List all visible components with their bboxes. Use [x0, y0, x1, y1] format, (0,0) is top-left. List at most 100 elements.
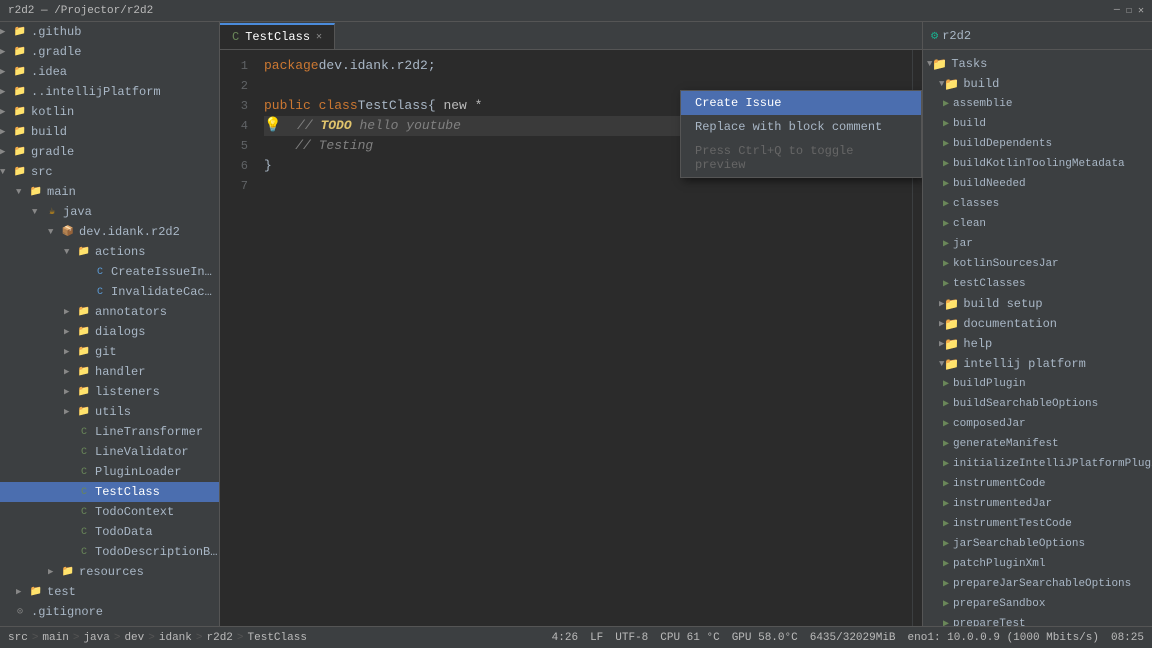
gradle-task-patchPluginXml[interactable]: ▶patchPluginXml: [923, 554, 1152, 574]
gradle-task-prepareJarSearchableOptions[interactable]: ▶prepareJarSearchableOptions: [923, 574, 1152, 594]
close-icon[interactable]: ✕: [1138, 5, 1144, 17]
gradle-subsection-documentation[interactable]: ▶📁documentation: [923, 314, 1152, 334]
tree-arrow-listeners[interactable]: ▶: [64, 387, 76, 397]
sidebar-item-resources[interactable]: ▶📁resources: [0, 562, 219, 582]
popup-item-1[interactable]: Replace with block comment: [681, 115, 921, 139]
gradle-task-instrumentedJar[interactable]: ▶instrumentedJar: [923, 494, 1152, 514]
sidebar-item-dialogs[interactable]: ▶📁dialogs: [0, 322, 219, 342]
tree-arrow-src[interactable]: ▼: [0, 167, 12, 177]
tree-arrow-github[interactable]: ▶: [0, 27, 12, 37]
context-popup-menu[interactable]: Create IssueReplace with block commentPr…: [680, 90, 922, 178]
tree-label-TodoDescriptionBuilder: TodoDescriptionBuilder: [95, 545, 219, 559]
gradle-subsection-build-setup[interactable]: ▶📁build setup: [923, 294, 1152, 314]
gradle-task-initializeIntelliJPlatformPlugin[interactable]: ▶initializeIntelliJPlatformPlugin: [923, 454, 1152, 474]
tree-arrow-intellijplatform[interactable]: ▶: [0, 87, 12, 97]
sidebar-item-LineValidator[interactable]: CLineValidator: [0, 442, 219, 462]
gradle-task-composedJar[interactable]: ▶composedJar: [923, 414, 1152, 434]
tab-class-icon: C: [232, 30, 239, 44]
gradle-task-testClasses[interactable]: ▶testClasses: [923, 274, 1152, 294]
code-line-1[interactable]: package dev.idank.r2d2;: [264, 56, 912, 76]
sidebar-item-gradle-folder[interactable]: ▶📁gradle: [0, 142, 219, 162]
gradle-subsection-intellij-platform[interactable]: ▼📁intellij platform▶buildPlugin▶buildSea…: [923, 354, 1152, 626]
tree-arrow-git[interactable]: ▶: [64, 347, 76, 357]
sidebar-item-actions[interactable]: ▼📁actions: [0, 242, 219, 262]
sidebar-item-main[interactable]: ▼📁main: [0, 182, 219, 202]
minimize-icon[interactable]: —: [1114, 5, 1120, 17]
sidebar-item-intellijplatform[interactable]: ▶📁..intellijPlatform: [0, 82, 219, 102]
tree-arrow-actions[interactable]: ▼: [64, 247, 76, 257]
tree-arrow-build-dir[interactable]: ▶: [0, 127, 12, 137]
gradle-task-instrumentTestCode[interactable]: ▶instrumentTestCode: [923, 514, 1152, 534]
gradle-subsection-build[interactable]: ▼📁build▶assemblie▶build▶buildDependents▶…: [923, 74, 1152, 294]
code-line-7[interactable]: [264, 176, 912, 196]
tree-arrow-kotlin[interactable]: ▶: [0, 107, 12, 117]
sidebar-item-dev-idank-r2d2[interactable]: ▼📦dev.idank.r2d2: [0, 222, 219, 242]
sidebar-item-handler[interactable]: ▶📁handler: [0, 362, 219, 382]
gradle-subsection-help[interactable]: ▶📁help: [923, 334, 1152, 354]
tree-arrow-dialogs[interactable]: ▶: [64, 327, 76, 337]
gradle-task-jarSearchableOptions[interactable]: ▶jarSearchableOptions: [923, 534, 1152, 554]
sidebar-item-build-dir[interactable]: ▶📁build: [0, 122, 219, 142]
sidebar-item-git[interactable]: ▶📁git: [0, 342, 219, 362]
tree-arrow-utils[interactable]: ▶: [64, 407, 76, 417]
project-sidebar[interactable]: ▶📁.github▶📁.gradle▶📁.idea▶📁..intellijPla…: [0, 22, 220, 626]
gradle-task-buildDependents[interactable]: ▶buildDependents: [923, 134, 1152, 154]
popup-item-0[interactable]: Create Issue: [681, 91, 921, 115]
tree-arrow-java[interactable]: ▼: [32, 207, 44, 217]
gradle-task-prepareSandbox[interactable]: ▶prepareSandbox: [923, 594, 1152, 614]
sidebar-item-gradle[interactable]: ▶📁.gradle: [0, 42, 219, 62]
sidebar-item-TodoContext[interactable]: CTodoContext: [0, 502, 219, 522]
sidebar-item-PluginLoader[interactable]: CPluginLoader: [0, 462, 219, 482]
gradle-subsection-header-intellij-platform[interactable]: ▼📁intellij platform: [923, 354, 1152, 374]
editor-tab-testclass[interactable]: C TestClass ✕: [220, 23, 335, 49]
gradle-task-kotlinSourcesJar[interactable]: ▶kotlinSourcesJar: [923, 254, 1152, 274]
gradle-task-buildNeeded[interactable]: ▶buildNeeded: [923, 174, 1152, 194]
sidebar-item-github[interactable]: ▶📁.github: [0, 22, 219, 42]
gradle-subsection-header-documentation[interactable]: ▶📁documentation: [923, 314, 1152, 334]
tree-arrow-resources[interactable]: ▶: [48, 567, 60, 577]
sidebar-item-utils[interactable]: ▶📁utils: [0, 402, 219, 422]
tree-arrow-dev-idank-r2d2[interactable]: ▼: [48, 227, 60, 237]
sidebar-item-idea[interactable]: ▶📁.idea: [0, 62, 219, 82]
gradle-section-Tasks[interactable]: ▼📁Tasks▼📁build▶assemblie▶build▶buildDepe…: [923, 54, 1152, 626]
sidebar-item-java[interactable]: ▼☕java: [0, 202, 219, 222]
gradle-subsection-header-help[interactable]: ▶📁help: [923, 334, 1152, 354]
sidebar-item-CreateIssueIntentionAction[interactable]: CCreateIssueIntentionAction: [0, 262, 219, 282]
gradle-section-header-tasks[interactable]: ▼📁Tasks: [923, 54, 1152, 74]
sidebar-item-LineTransformer[interactable]: CLineTransformer: [0, 422, 219, 442]
gradle-task-jar[interactable]: ▶jar: [923, 234, 1152, 254]
gradle-subsection-header-build-setup[interactable]: ▶📁build setup: [923, 294, 1152, 314]
gradle-task-buildKotlinToolingMetadata[interactable]: ▶buildKotlinToolingMetadata: [923, 154, 1152, 174]
gradle-task-instrumentCode[interactable]: ▶instrumentCode: [923, 474, 1152, 494]
sidebar-item-TodoDescriptionBuilder[interactable]: CTodoDescriptionBuilder: [0, 542, 219, 562]
tree-arrow-gradle-folder[interactable]: ▶: [0, 147, 12, 157]
gradle-task-generateManifest[interactable]: ▶generateManifest: [923, 434, 1152, 454]
sidebar-item-test[interactable]: ▶📁test: [0, 582, 219, 602]
tree-arrow-main[interactable]: ▼: [16, 187, 28, 197]
tab-close-icon[interactable]: ✕: [316, 31, 322, 43]
tree-arrow-handler[interactable]: ▶: [64, 367, 76, 377]
sidebar-item-annotators[interactable]: ▶📁annotators: [0, 302, 219, 322]
gradle-task-build[interactable]: ▶build: [923, 114, 1152, 134]
tree-arrow-idea[interactable]: ▶: [0, 67, 12, 77]
gradle-task-buildSearchableOptions[interactable]: ▶buildSearchableOptions: [923, 394, 1152, 414]
tree-arrow-gradle[interactable]: ▶: [0, 47, 12, 57]
tree-icon-github: 📁: [12, 24, 28, 40]
sidebar-item-kotlin[interactable]: ▶📁kotlin: [0, 102, 219, 122]
sidebar-item-TodoData[interactable]: CTodoData: [0, 522, 219, 542]
sidebar-item-InvalidateCachesAction[interactable]: CInvalidateCachesAction: [0, 282, 219, 302]
sidebar-item-src[interactable]: ▼📁src: [0, 162, 219, 182]
tree-arrow-test[interactable]: ▶: [16, 587, 28, 597]
sidebar-item-listeners[interactable]: ▶📁listeners: [0, 382, 219, 402]
gradle-task-classes[interactable]: ▶classes: [923, 194, 1152, 214]
gradle-panel-content[interactable]: ▼📁Tasks▼📁build▶assemblie▶build▶buildDepe…: [923, 50, 1152, 626]
sidebar-item-gitignore[interactable]: ⊙.gitignore: [0, 602, 219, 622]
gradle-task-prepareTest[interactable]: ▶prepareTest: [923, 614, 1152, 626]
gradle-task-assemblie[interactable]: ▶assemblie: [923, 94, 1152, 114]
gradle-subsection-header-build[interactable]: ▼📁build: [923, 74, 1152, 94]
sidebar-item-TestClass[interactable]: CTestClass: [0, 482, 219, 502]
tree-arrow-annotators[interactable]: ▶: [64, 307, 76, 317]
gradle-task-clean[interactable]: ▶clean: [923, 214, 1152, 234]
gradle-task-buildPlugin[interactable]: ▶buildPlugin: [923, 374, 1152, 394]
maximize-icon[interactable]: ☐: [1126, 5, 1132, 17]
